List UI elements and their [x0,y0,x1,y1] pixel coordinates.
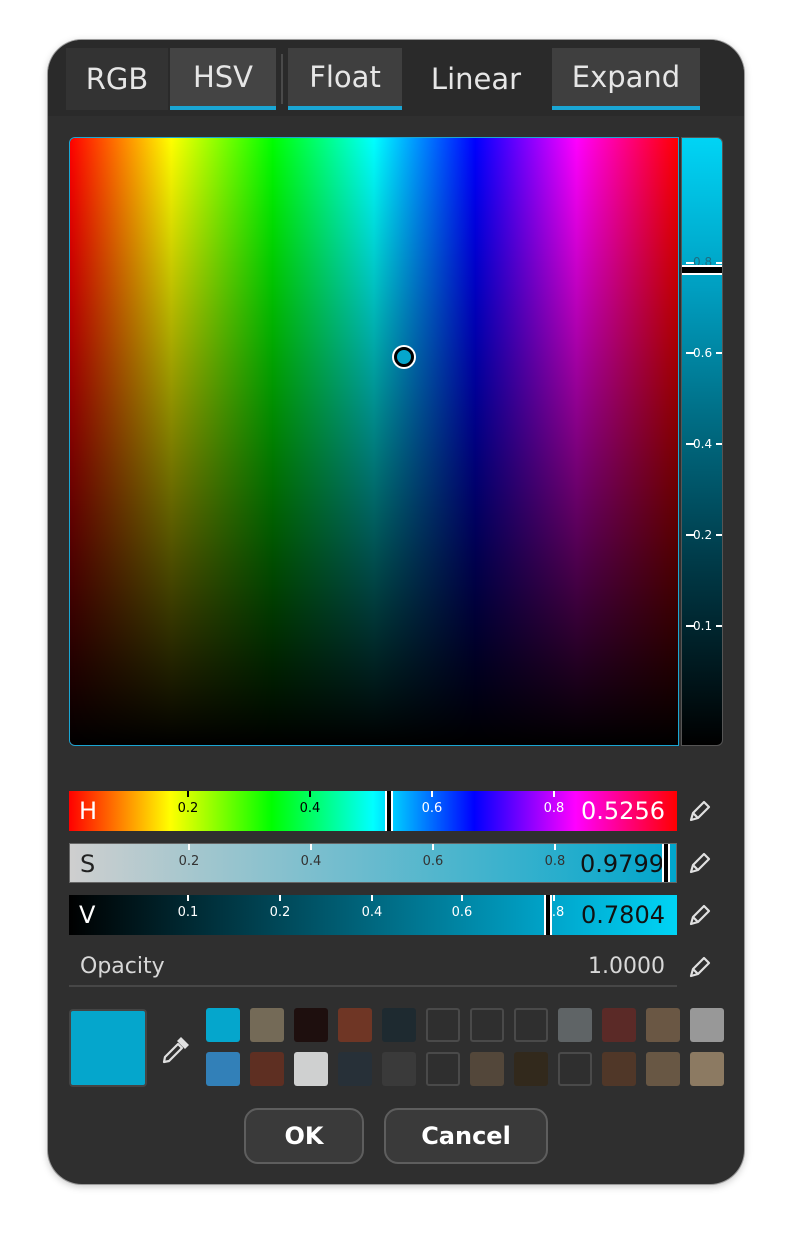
ok-button[interactable]: OK [244,1108,364,1164]
tab-rgb[interactable]: RGB [66,48,168,110]
slider-tick-label: 0.6 [451,905,473,920]
tab-hsv[interactable]: HSV [170,48,276,110]
tab-linear[interactable]: Linear [414,48,538,110]
empty-swatch[interactable] [426,1008,460,1042]
hue-slider-row: 0.2 0.4 0.6 0.8 H 0.5256 [69,791,677,831]
color-swatch[interactable] [690,1008,724,1042]
hue-value[interactable]: 0.5256 [581,791,665,831]
saturation-pencil-icon[interactable] [680,843,720,883]
slider-tick [187,791,189,797]
cancel-button[interactable]: Cancel [384,1108,548,1164]
color-swatch[interactable] [250,1008,284,1042]
value-tick [716,534,722,536]
value-tick-label: 0.1 [693,619,713,633]
slider-tick [461,895,463,901]
slider-tick-label: 0.8 [544,854,566,869]
value-tick [716,625,722,627]
current-color-preview [69,1009,147,1087]
value-label: V [79,901,96,929]
color-swatch[interactable] [514,1052,548,1086]
value-slider[interactable]: 0.1 0.2 0.4 0.6 0.8 V 0.7804 [69,895,677,935]
color-swatch[interactable] [382,1008,416,1042]
color-swatch[interactable] [338,1008,372,1042]
slider-tick [431,791,433,797]
saturation-slider-row: 0.2 0.4 0.6 0.8 S 0.9799 [69,843,677,883]
hue-label: H [79,797,98,825]
color-swatch[interactable] [558,1008,592,1042]
picker-marker[interactable] [394,347,414,367]
color-swatch[interactable] [206,1052,240,1086]
hue-slider[interactable]: 0.2 0.4 0.6 0.8 H 0.5256 [69,791,677,831]
value-pencil-icon[interactable] [680,895,720,935]
saturation-slider-handle[interactable] [662,844,670,882]
value-tick [716,443,722,445]
opacity-label: Opacity [80,954,165,979]
slider-tick-label: 0.4 [361,905,383,920]
value-bar[interactable]: 0.8 0.6 0.4 0.2 0.1 [681,137,723,746]
color-swatch[interactable] [250,1052,284,1086]
opacity-value[interactable]: 1.0000 [588,947,665,987]
color-swatch[interactable] [646,1008,680,1042]
slider-tick-label: 0.2 [177,801,199,816]
value-bar-handle[interactable] [682,265,722,275]
color-swatch[interactable] [294,1008,328,1042]
slider-tick [553,791,555,797]
slider-tick [279,895,281,901]
slider-tick [309,791,311,797]
saturation-value[interactable]: 0.9799 [580,844,664,882]
slider-tick [187,895,189,901]
empty-swatch[interactable] [558,1052,592,1086]
slider-tick-label: 0.4 [300,854,322,869]
empty-swatch[interactable] [426,1052,460,1086]
saturation-slider[interactable]: 0.2 0.4 0.6 0.8 S 0.9799 [69,843,677,883]
value-value[interactable]: 0.7804 [581,895,665,935]
tab-expand[interactable]: Expand [552,48,700,110]
slider-tick [554,844,556,850]
value-tick-label: 0.2 [693,528,713,542]
slider-tick [432,844,434,850]
slider-tick [310,844,312,850]
value-tick [716,262,722,264]
slider-tick-label: 0.8 [543,801,565,816]
hue-slider-handle[interactable] [385,791,393,831]
hue-saturation-picker[interactable] [69,137,679,746]
value-slider-row: 0.1 0.2 0.4 0.6 0.8 V 0.7804 [69,895,677,935]
tab-float[interactable]: Float [288,48,402,110]
slider-tick [188,844,190,850]
slider-tick-label: 0.1 [177,905,199,920]
slider-tick-label: 0.4 [299,801,321,816]
color-swatch[interactable] [602,1008,636,1042]
opacity-row[interactable]: Opacity 1.0000 [69,947,677,987]
empty-swatch[interactable] [470,1008,504,1042]
slider-tick-label: 0.2 [178,854,200,869]
eyedropper-icon[interactable] [156,1030,196,1070]
tab-bar: RGB HSV Float Linear Expand [48,40,744,116]
value-shade [70,138,678,745]
value-tick-label: 0.4 [693,437,713,451]
color-swatch[interactable] [338,1052,372,1086]
slider-tick-label: 0.6 [421,801,443,816]
tab-separator [281,54,283,104]
color-swatch[interactable] [382,1052,416,1086]
value-slider-handle[interactable] [544,895,552,935]
color-swatch[interactable] [470,1052,504,1086]
color-swatch[interactable] [602,1052,636,1086]
value-tick [716,352,722,354]
value-tick-label: 0.6 [693,346,713,360]
opacity-pencil-icon[interactable] [680,947,720,987]
saturation-label: S [80,850,96,878]
color-swatch[interactable] [294,1052,328,1086]
slider-tick [371,895,373,901]
slider-tick [553,895,555,901]
color-swatch[interactable] [646,1052,680,1086]
color-swatch[interactable] [690,1052,724,1086]
empty-swatch[interactable] [514,1008,548,1042]
color-picker-dialog: RGB HSV Float Linear Expand 0.8 0.6 0.4 … [48,40,744,1184]
slider-tick-label: 0.2 [269,905,291,920]
slider-tick-label: 0.6 [422,854,444,869]
color-swatch[interactable] [206,1008,240,1042]
hue-pencil-icon[interactable] [680,791,720,831]
